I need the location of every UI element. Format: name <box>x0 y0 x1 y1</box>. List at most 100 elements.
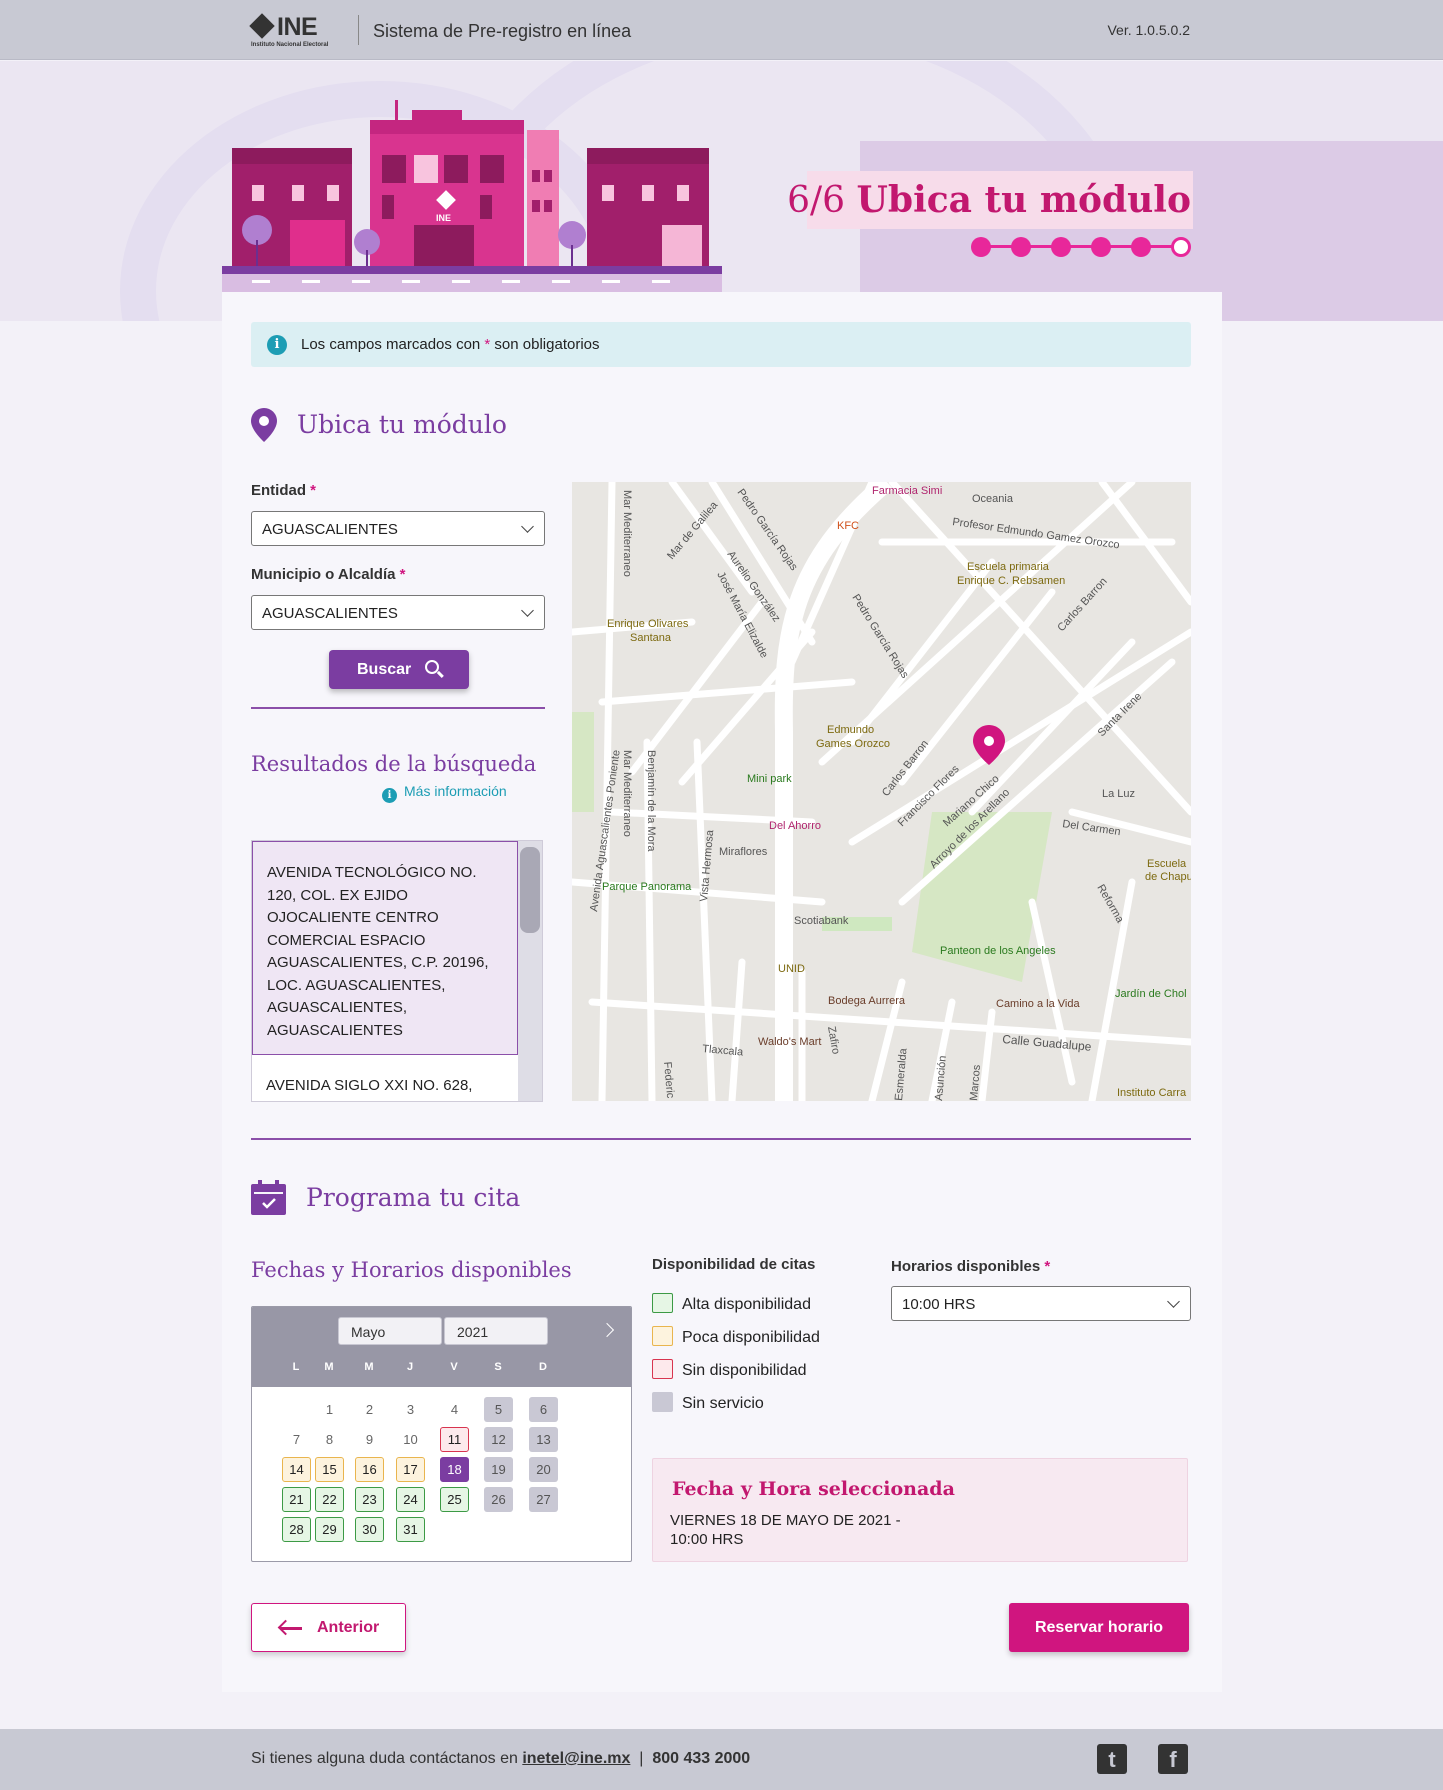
calendar-day[interactable]: 15 <box>315 1457 344 1482</box>
calendar-day[interactable]: 16 <box>355 1457 384 1482</box>
calendar-day: 27 <box>529 1487 558 1512</box>
map-label: Mar Mediterraneo <box>621 490 633 577</box>
map-label: Mini park <box>747 773 792 785</box>
scrollbar-thumb[interactable] <box>520 847 540 933</box>
map-label: La Luz <box>1102 788 1135 800</box>
hero-banner: 6/6 Ubica tu módulo INE <box>0 61 1443 321</box>
map-label: Farmacia Simi <box>872 485 942 497</box>
calendar-day[interactable]: 24 <box>396 1487 425 1512</box>
calendar-day[interactable]: 21 <box>282 1487 311 1512</box>
ine-logo[interactable]: INE Instituto Nacional Electoral <box>249 13 351 48</box>
weekday-label: J <box>406 1361 414 1373</box>
map-label: Jardín de Chol <box>1115 988 1187 1000</box>
map[interactable]: Farmacia Simi Oceania KFC Profesor Edmun… <box>572 482 1191 1101</box>
result-item-selected[interactable]: AVENIDA TECNOLÓGICO NO. 120, COL. EX EJI… <box>252 841 518 1055</box>
map-label: Enrique Olivares <box>607 618 689 630</box>
search-button-label: Buscar <box>357 661 412 678</box>
map-label: Santana <box>630 632 672 644</box>
search-button[interactable]: Buscar <box>329 650 469 689</box>
step-name: Ubica tu módulo <box>856 179 1192 221</box>
info-icon: i <box>267 335 287 355</box>
calendar-day: 8 <box>325 1432 334 1447</box>
legend-label: Sin servicio <box>682 1395 764 1412</box>
map-label: Benjamín de la Mora <box>645 750 657 852</box>
step-dot-current <box>1171 237 1191 257</box>
map-label: Escuela <box>1147 858 1187 870</box>
logo-subtitle: Instituto Nacional Electoral <box>251 42 329 48</box>
calendar-header: Mayo 2021 LMMJVSD <box>252 1307 631 1387</box>
calendar-day: 1 <box>325 1402 334 1417</box>
app-title: Sistema de Pre-registro en línea <box>373 21 632 41</box>
legend-label: Sin disponibilidad <box>682 1362 807 1379</box>
calendar-day: 7 <box>292 1432 301 1447</box>
hours-label: Horarios disponibles * <box>891 1258 1051 1275</box>
entity-label: Entidad * <box>251 482 317 499</box>
appointment-section-title: Programa tu cita <box>306 1183 521 1212</box>
calendar-day: 26 <box>484 1487 513 1512</box>
previous-button[interactable]: Anterior <box>251 1603 406 1652</box>
year-select[interactable]: 2021 <box>444 1317 548 1345</box>
step-title: 6/6 Ubica tu módulo <box>787 179 1191 221</box>
calendar-day[interactable]: 22 <box>315 1487 344 1512</box>
results-title: Resultados de la búsqueda <box>251 752 537 776</box>
divider <box>251 707 545 709</box>
calendar-day[interactable]: 14 <box>282 1457 311 1482</box>
dates-subtitle: Fechas y Horarios disponibles <box>251 1258 572 1282</box>
calendar-day-selected[interactable]: 18 <box>440 1457 469 1482</box>
location-pin-icon <box>251 408 277 442</box>
previous-button-label: Anterior <box>317 1619 380 1636</box>
calendar-day: 2 <box>365 1402 374 1417</box>
email-link[interactable]: inetel@ine.mx <box>522 1750 630 1767</box>
entity-select[interactable]: AGUASCALIENTES <box>251 511 545 546</box>
map-label: Camino a la Vida <box>996 998 1080 1010</box>
map-canvas[interactable]: Farmacia Simi Oceania KFC Profesor Edmun… <box>572 482 1191 1101</box>
step-progress <box>971 236 1193 258</box>
map-label: UNID <box>778 963 805 975</box>
calendar-day: 11 <box>440 1427 469 1452</box>
calendar-day: 3 <box>406 1402 415 1417</box>
month-select[interactable]: Mayo <box>338 1317 442 1345</box>
facebook-icon[interactable]: f <box>1158 1744 1188 1774</box>
municipality-select[interactable]: AGUASCALIENTES <box>251 595 545 630</box>
twitter-icon[interactable]: t <box>1097 1744 1127 1774</box>
calendar-day: 6 <box>529 1397 558 1422</box>
map-label: Parque Panorama <box>602 881 692 893</box>
municipality-label: Municipio o Alcaldía * <box>251 566 406 583</box>
more-info-link[interactable]: i Más información <box>382 783 507 803</box>
weekday-label: M <box>324 1361 334 1373</box>
chevron-right-icon[interactable] <box>599 1322 615 1338</box>
step-dot <box>1051 237 1071 257</box>
map-label: Edmundo <box>827 724 874 736</box>
weekday-label: S <box>494 1361 502 1373</box>
map-label: Mar Mediterraneo <box>621 750 633 837</box>
hours-select[interactable]: 10:00 HRS <box>891 1286 1191 1321</box>
logo-text: INE <box>277 13 318 41</box>
legend-swatch <box>652 1293 673 1313</box>
map-label: Instituto Carra <box>1117 1087 1187 1099</box>
calendar-day: 9 <box>365 1432 374 1447</box>
weekday-label: M <box>364 1361 374 1373</box>
calendar-day[interactable]: 29 <box>315 1517 344 1542</box>
calendar-day[interactable]: 25 <box>440 1487 469 1512</box>
calendar-day[interactable]: 30 <box>355 1517 384 1542</box>
calendar-day[interactable]: 31 <box>396 1517 425 1542</box>
map-label: Enrique C. Rebsamen <box>957 575 1065 587</box>
calendar-day: 12 <box>484 1427 513 1452</box>
ine-diamond-icon <box>249 13 275 39</box>
reserve-button[interactable]: Reservar horario <box>1009 1603 1189 1652</box>
result-item[interactable]: AVENIDA SIGLO XXI NO. 628, <box>252 1075 518 1098</box>
weekday-label: V <box>450 1361 458 1373</box>
calendar-day[interactable]: 17 <box>396 1457 425 1482</box>
map-label: Escuela primaria <box>967 561 1050 573</box>
results-list[interactable]: AVENIDA TECNOLÓGICO NO. 120, COL. EX EJI… <box>251 840 543 1102</box>
legend-swatch <box>652 1392 673 1412</box>
entity-value: AGUASCALIENTES <box>262 521 398 538</box>
calendar-day[interactable]: 28 <box>282 1517 311 1542</box>
calendar-day[interactable]: 23 <box>355 1487 384 1512</box>
map-label: de Chapul <box>1145 871 1191 883</box>
scrollbar[interactable] <box>518 841 542 1101</box>
selected-datetime-box: Fecha y Hora seleccionada VIERNES 18 DE … <box>652 1458 1188 1562</box>
calendar-day: 20 <box>529 1457 558 1482</box>
city-illustration: INE <box>222 100 722 292</box>
info-icon: i <box>382 788 397 803</box>
